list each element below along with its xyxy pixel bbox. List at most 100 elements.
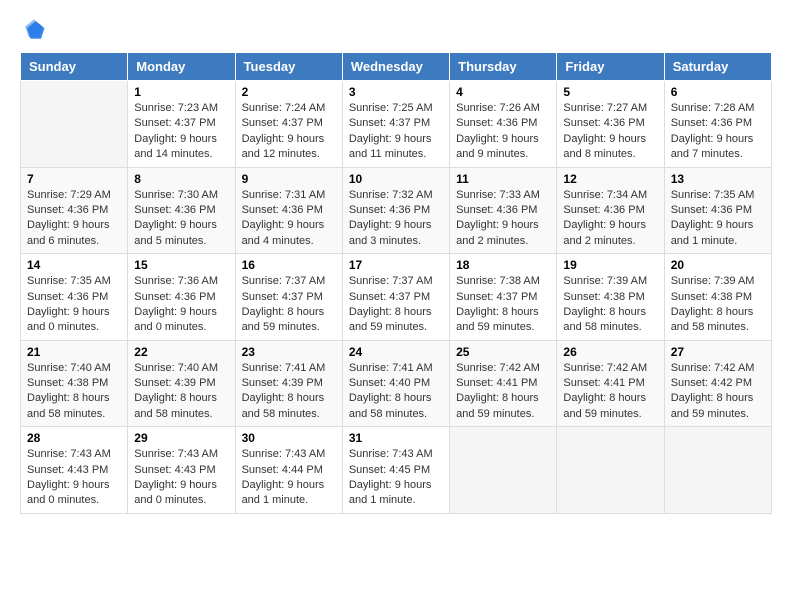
day-info: Sunrise: 7:35 AM Sunset: 4:36 PM Dayligh… xyxy=(27,274,121,336)
calendar-cell: 18Sunrise: 7:38 AM Sunset: 4:37 PM Dayli… xyxy=(450,254,557,341)
day-number: 25 xyxy=(456,345,550,359)
day-number: 23 xyxy=(242,345,336,359)
day-info: Sunrise: 7:43 AM Sunset: 4:44 PM Dayligh… xyxy=(242,447,336,509)
calendar-cell: 4 Sunrise: 7:26 AM Sunset: 4:36 PM Daylig… xyxy=(450,81,557,168)
logo xyxy=(20,16,50,44)
day-info: Sunrise: 7:42 AM Sunset: 4:42 PM Dayligh… xyxy=(671,361,765,423)
calendar-body: 1 Sunrise: 7:23 AM Sunset: 4:37 PM Daylig… xyxy=(21,81,772,514)
day-number: 14 xyxy=(27,258,121,272)
calendar-cell: 10 Sunrise: 7:32 AM Sunset: 4:36 PM Dayli… xyxy=(342,167,449,254)
calendar-cell: 31Sunrise: 7:43 AM Sunset: 4:45 PM Dayli… xyxy=(342,427,449,514)
calendar-cell: 25 Sunrise: 7:42 AM Sunset: 4:41 PM Dayli… xyxy=(450,340,557,427)
day-info: Sunrise: 7:25 AM Sunset: 4:37 PM Dayligh… xyxy=(349,101,443,163)
day-info: Sunrise: 7:37 AM Sunset: 4:37 PM Dayligh… xyxy=(349,274,443,336)
day-number: 16 xyxy=(242,258,336,272)
day-number: 15 xyxy=(134,258,228,272)
day-number: 1 xyxy=(134,85,228,99)
day-number: 12 xyxy=(563,172,657,186)
day-number: 8 xyxy=(134,172,228,186)
weekday-header: Thursday xyxy=(450,53,557,81)
weekday-header: Monday xyxy=(128,53,235,81)
day-number: 7 xyxy=(27,172,121,186)
weekday-header: Tuesday xyxy=(235,53,342,81)
calendar-week-row: 1 Sunrise: 7:23 AM Sunset: 4:37 PM Daylig… xyxy=(21,81,772,168)
day-number: 19 xyxy=(563,258,657,272)
day-info: Sunrise: 7:36 AM Sunset: 4:36 PM Dayligh… xyxy=(134,274,228,336)
day-info: Sunrise: 7:40 AM Sunset: 4:38 PM Dayligh… xyxy=(27,361,121,423)
day-info: Sunrise: 7:28 AM Sunset: 4:36 PM Dayligh… xyxy=(671,101,765,163)
calendar-cell: 9 Sunrise: 7:31 AM Sunset: 4:36 PM Daylig… xyxy=(235,167,342,254)
day-number: 11 xyxy=(456,172,550,186)
day-info: Sunrise: 7:32 AM Sunset: 4:36 PM Dayligh… xyxy=(349,188,443,250)
day-number: 30 xyxy=(242,431,336,445)
day-number: 3 xyxy=(349,85,443,99)
day-info: Sunrise: 7:35 AM Sunset: 4:36 PM Dayligh… xyxy=(671,188,765,250)
day-number: 21 xyxy=(27,345,121,359)
page-header xyxy=(20,16,772,44)
day-number: 27 xyxy=(671,345,765,359)
day-number: 2 xyxy=(242,85,336,99)
day-info: Sunrise: 7:26 AM Sunset: 4:36 PM Dayligh… xyxy=(456,101,550,163)
day-info: Sunrise: 7:43 AM Sunset: 4:45 PM Dayligh… xyxy=(349,447,443,509)
day-info: Sunrise: 7:41 AM Sunset: 4:39 PM Dayligh… xyxy=(242,361,336,423)
day-info: Sunrise: 7:39 AM Sunset: 4:38 PM Dayligh… xyxy=(671,274,765,336)
day-info: Sunrise: 7:40 AM Sunset: 4:39 PM Dayligh… xyxy=(134,361,228,423)
calendar-header: SundayMondayTuesdayWednesdayThursdayFrid… xyxy=(21,53,772,81)
calendar-cell: 1 Sunrise: 7:23 AM Sunset: 4:37 PM Daylig… xyxy=(128,81,235,168)
calendar-week-row: 14 Sunrise: 7:35 AM Sunset: 4:36 PM Dayli… xyxy=(21,254,772,341)
day-info: Sunrise: 7:29 AM Sunset: 4:36 PM Dayligh… xyxy=(27,188,121,250)
calendar-table: SundayMondayTuesdayWednesdayThursdayFrid… xyxy=(20,52,772,514)
calendar-cell: 2Sunrise: 7:24 AM Sunset: 4:37 PM Daylig… xyxy=(235,81,342,168)
day-info: Sunrise: 7:23 AM Sunset: 4:37 PM Dayligh… xyxy=(134,101,228,163)
day-number: 10 xyxy=(349,172,443,186)
calendar-cell: 24Sunrise: 7:41 AM Sunset: 4:40 PM Dayli… xyxy=(342,340,449,427)
logo-icon xyxy=(20,16,48,44)
calendar-cell: 16 Sunrise: 7:37 AM Sunset: 4:37 PM Dayli… xyxy=(235,254,342,341)
day-info: Sunrise: 7:43 AM Sunset: 4:43 PM Dayligh… xyxy=(27,447,121,509)
calendar-cell: 11 Sunrise: 7:33 AM Sunset: 4:36 PM Dayli… xyxy=(450,167,557,254)
calendar-cell xyxy=(21,81,128,168)
day-number: 28 xyxy=(27,431,121,445)
calendar-cell: 20 Sunrise: 7:39 AM Sunset: 4:38 PM Dayli… xyxy=(664,254,771,341)
calendar-cell: 19Sunrise: 7:39 AM Sunset: 4:38 PM Dayli… xyxy=(557,254,664,341)
weekday-header: Friday xyxy=(557,53,664,81)
calendar-cell: 5Sunrise: 7:27 AM Sunset: 4:36 PM Daylig… xyxy=(557,81,664,168)
day-number: 9 xyxy=(242,172,336,186)
weekday-header: Wednesday xyxy=(342,53,449,81)
calendar-cell: 6 Sunrise: 7:28 AM Sunset: 4:36 PM Daylig… xyxy=(664,81,771,168)
day-info: Sunrise: 7:42 AM Sunset: 4:41 PM Dayligh… xyxy=(456,361,550,423)
calendar-cell xyxy=(450,427,557,514)
calendar-week-row: 7 Sunrise: 7:29 AM Sunset: 4:36 PM Daylig… xyxy=(21,167,772,254)
day-number: 17 xyxy=(349,258,443,272)
day-number: 24 xyxy=(349,345,443,359)
day-info: Sunrise: 7:31 AM Sunset: 4:36 PM Dayligh… xyxy=(242,188,336,250)
calendar-cell: 23 Sunrise: 7:41 AM Sunset: 4:39 PM Dayli… xyxy=(235,340,342,427)
calendar-cell: 26Sunrise: 7:42 AM Sunset: 4:41 PM Dayli… xyxy=(557,340,664,427)
calendar-cell: 17 Sunrise: 7:37 AM Sunset: 4:37 PM Dayli… xyxy=(342,254,449,341)
calendar-cell: 12Sunrise: 7:34 AM Sunset: 4:36 PM Dayli… xyxy=(557,167,664,254)
calendar-cell: 27 Sunrise: 7:42 AM Sunset: 4:42 PM Dayli… xyxy=(664,340,771,427)
day-info: Sunrise: 7:33 AM Sunset: 4:36 PM Dayligh… xyxy=(456,188,550,250)
calendar-cell xyxy=(557,427,664,514)
day-number: 6 xyxy=(671,85,765,99)
calendar-cell xyxy=(664,427,771,514)
day-info: Sunrise: 7:38 AM Sunset: 4:37 PM Dayligh… xyxy=(456,274,550,336)
day-number: 29 xyxy=(134,431,228,445)
calendar-cell: 21 Sunrise: 7:40 AM Sunset: 4:38 PM Dayli… xyxy=(21,340,128,427)
calendar-cell: 28 Sunrise: 7:43 AM Sunset: 4:43 PM Dayli… xyxy=(21,427,128,514)
calendar-week-row: 21 Sunrise: 7:40 AM Sunset: 4:38 PM Dayli… xyxy=(21,340,772,427)
weekday-header: Saturday xyxy=(664,53,771,81)
calendar-cell: 15 Sunrise: 7:36 AM Sunset: 4:36 PM Dayli… xyxy=(128,254,235,341)
weekday-header: Sunday xyxy=(21,53,128,81)
calendar-cell: 3 Sunrise: 7:25 AM Sunset: 4:37 PM Daylig… xyxy=(342,81,449,168)
calendar-cell: 8Sunrise: 7:30 AM Sunset: 4:36 PM Daylig… xyxy=(128,167,235,254)
day-number: 4 xyxy=(456,85,550,99)
calendar-cell: 22Sunrise: 7:40 AM Sunset: 4:39 PM Dayli… xyxy=(128,340,235,427)
calendar-cell: 13Sunrise: 7:35 AM Sunset: 4:36 PM Dayli… xyxy=(664,167,771,254)
day-info: Sunrise: 7:42 AM Sunset: 4:41 PM Dayligh… xyxy=(563,361,657,423)
day-info: Sunrise: 7:37 AM Sunset: 4:37 PM Dayligh… xyxy=(242,274,336,336)
day-number: 5 xyxy=(563,85,657,99)
day-number: 20 xyxy=(671,258,765,272)
calendar-week-row: 28 Sunrise: 7:43 AM Sunset: 4:43 PM Dayli… xyxy=(21,427,772,514)
day-info: Sunrise: 7:43 AM Sunset: 4:43 PM Dayligh… xyxy=(134,447,228,509)
